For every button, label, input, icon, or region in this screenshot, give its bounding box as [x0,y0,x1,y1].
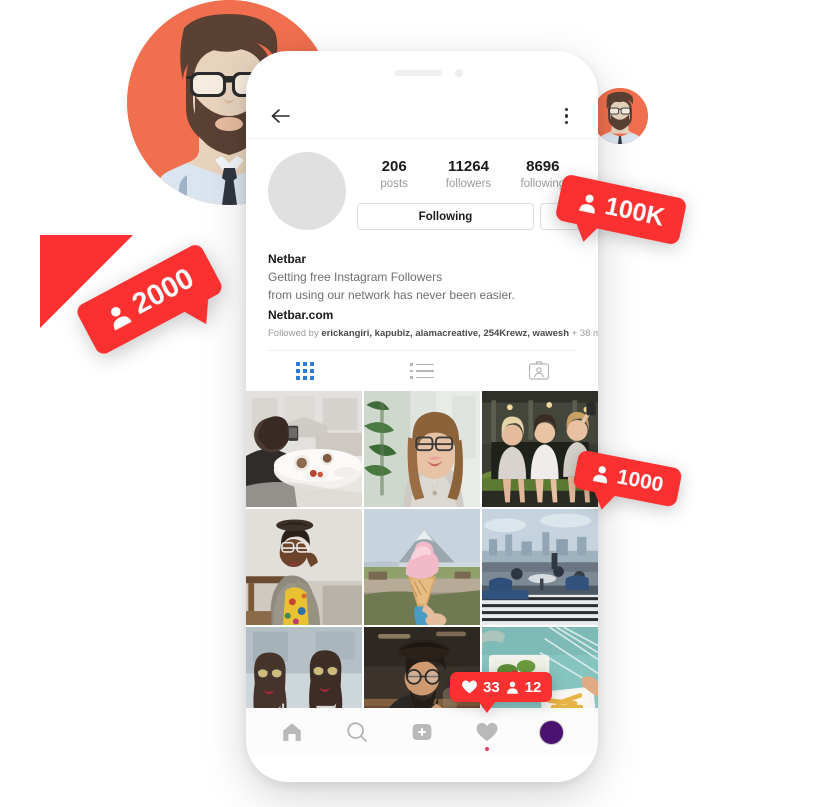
list-row [410,376,434,379]
stat-posts[interactable]: 206 posts [357,157,431,192]
scene: 206 posts 11264 followers 8696 following… [0,0,830,807]
front-camera [455,69,463,77]
grid-dot [302,369,307,373]
stat-followers[interactable]: 11264 followers [431,157,505,192]
badge-1000-value: 1000 [614,465,666,497]
photo-tile[interactable] [364,391,480,507]
grid-dot [295,362,300,366]
followed-by-prefix: Followed by [268,328,322,339]
stat-followers-value: 11264 [448,158,489,175]
profile-details: 206 posts 11264 followers 8696 following… [346,152,580,230]
profile-bio: Netbar Getting free Instagram Followers … [246,230,598,341]
more-vertical-icon-dot [564,114,568,118]
grid-dot [295,369,300,373]
activity-tab[interactable] [466,712,508,752]
grid-dot [309,369,314,373]
tagged-photos-icon [529,361,550,380]
photo-tile[interactable] [246,391,362,507]
back-button[interactable] [270,108,290,124]
app-header [246,94,598,139]
badge-tail [183,298,219,331]
likes-followers-badge: 33 12 [450,672,553,713]
photo-tile[interactable] [364,509,480,625]
badge-tail [478,701,496,713]
person-icon [592,465,608,484]
grid-icon [295,362,314,380]
grid-dot [302,376,307,380]
followers-count: 12 [524,678,542,696]
stat-following-value: 8696 [526,158,560,175]
likes-count: 33 [483,678,500,696]
phone-top-bezel [246,51,598,94]
list-tab[interactable] [363,363,480,379]
heart-icon [476,722,498,741]
tagged-tab[interactable] [481,360,598,382]
bio-line-2: from using our network has never been ea… [268,288,515,302]
more-options-button[interactable] [559,104,574,129]
profile-tab-strip [246,351,598,391]
avatar-icon [539,719,565,745]
list-icon [410,363,434,379]
more-vertical-icon-dot [564,107,568,111]
heart-icon [462,680,477,694]
list-row [410,363,434,366]
profile-avatar[interactable] [268,152,346,230]
plus-square-icon [412,724,432,740]
search-tab[interactable] [336,712,378,752]
stat-followers-label: followers [445,178,492,190]
grid-dot [302,362,307,366]
bio-website-link[interactable]: Netbar.com [268,304,576,325]
add-post-tab[interactable] [401,712,443,752]
photo-tile[interactable] [246,509,362,625]
person-icon [110,306,132,330]
grid-dot [309,376,314,380]
home-tab[interactable] [271,712,313,752]
arrow-left-icon [271,109,290,123]
profile-tab[interactable] [531,712,573,752]
photo-tile[interactable] [482,509,598,625]
followed-by-text: Followed by erickangiri, kapubiz, alamac… [268,325,598,341]
home-icon [283,723,302,741]
stat-posts-value: 206 [381,158,407,175]
profile-summary: 206 posts 11264 followers 8696 following… [246,139,598,230]
grid-dot [295,376,300,380]
badge-100k-value: 100K [602,192,667,232]
person-icon [506,681,518,694]
photo-tile[interactable] [482,391,598,507]
person-icon [579,194,595,214]
profile-stats: 206 posts 11264 followers 8696 following [357,152,580,192]
grid-dot [309,362,314,366]
bottom-navigation [246,708,598,756]
followed-by-names[interactable]: erickangiri, kapubiz, alamacreative, 254… [321,328,569,339]
profile-action-buttons: Following [357,192,580,230]
followers-badge-100k: 100K [554,173,688,246]
list-row [410,369,434,373]
stat-posts-label: posts [380,178,408,190]
bio-line-1: Getting free Instagram Followers [268,270,443,284]
grid-tab[interactable] [246,362,363,380]
speaker-grille [394,70,443,76]
activity-notification-dot [484,747,489,751]
bio-display-name: Netbar [268,252,307,266]
followed-by-suffix[interactable]: + 38 more [569,328,598,339]
following-button[interactable]: Following [357,203,534,230]
more-vertical-icon-dot [564,121,568,125]
bearded-man-avatar-small [592,88,648,144]
search-icon [347,722,368,742]
